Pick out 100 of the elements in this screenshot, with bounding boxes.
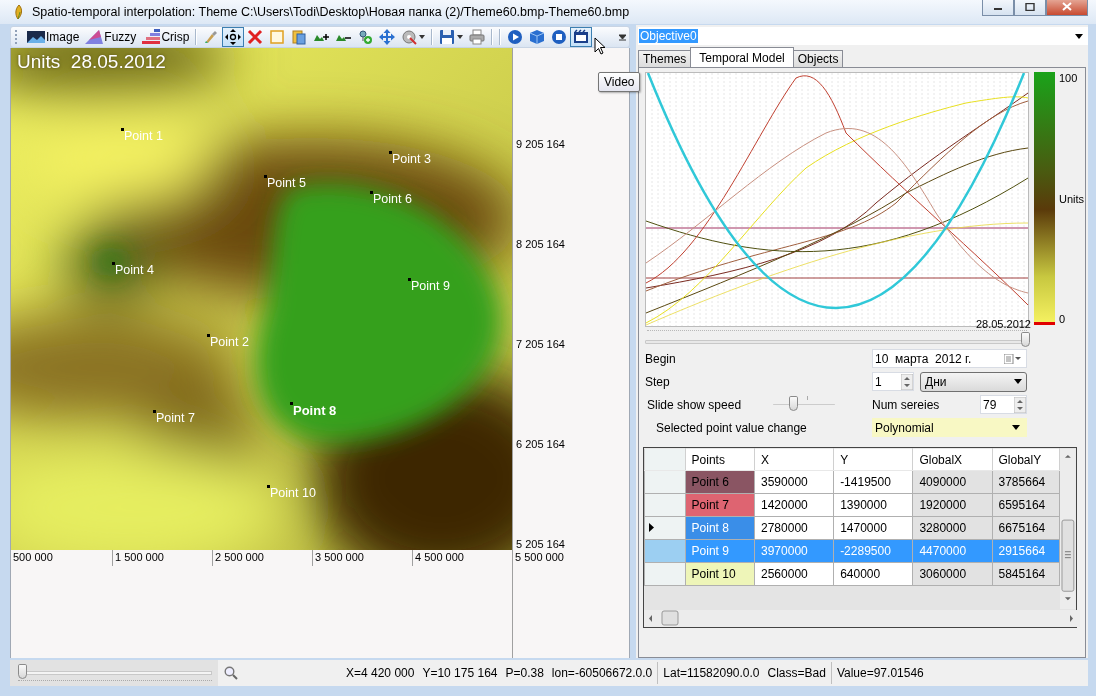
point-marker: [370, 191, 373, 194]
table-row[interactable]: Point 10 2560000 640000 3060000 5845164: [644, 562, 1060, 586]
axis-label: 2 500 000: [212, 550, 312, 566]
search-icon[interactable]: [224, 666, 238, 680]
tab[interactable]: Themes: [638, 50, 692, 67]
window-title: Spatio-temporal interpolation: Theme C:\Users\Todi\Desktop\Новая папка (2)/Theme60.bmp-Theme60.bmp: [32, 5, 631, 19]
toolbar-button[interactable]: [222, 27, 245, 47]
horizontal-scrollbar[interactable]: [644, 610, 1080, 627]
scale-label: Units: [1059, 192, 1085, 205]
point-marker: [121, 128, 124, 131]
close-button[interactable]: [1046, 0, 1088, 16]
point-label: Point 3: [392, 152, 431, 166]
axis-label: 5 500 000: [512, 550, 564, 566]
axis-label: 6 205 164: [516, 437, 566, 451]
overflow-chevron-icon[interactable]: [619, 33, 626, 41]
scale-label: 0: [1059, 313, 1067, 325]
spin-arrows-icon: [1014, 396, 1026, 413]
time-slider[interactable]: [645, 330, 1029, 346]
minimize-button[interactable]: [982, 0, 1014, 16]
field-label: Num sereies: [872, 397, 940, 412]
point-marker: [207, 334, 210, 337]
dropdown-arrow-icon: [419, 35, 426, 39]
stop-icon: [551, 29, 568, 45]
arrows-icon: [379, 29, 396, 45]
field-label: Begin: [645, 351, 677, 366]
status-text: P=0.38: [505, 666, 544, 680]
slider-thumb[interactable]: [789, 395, 799, 411]
status-text: lon=-60506672.0.0: [551, 666, 653, 680]
combo-text: Objective0: [639, 29, 698, 43]
status-text: Class=Bad: [767, 666, 826, 680]
column-header[interactable]: Y: [833, 448, 913, 471]
current-row-icon: [649, 523, 654, 532]
add-node-icon: [357, 29, 374, 45]
slider-thumb[interactable]: [18, 664, 27, 679]
mode-button[interactable]: Fuzzy: [82, 27, 140, 47]
toolbar-button[interactable]: [570, 27, 593, 47]
point-label: Point 6: [373, 192, 412, 206]
date-label: 28.05.2012: [975, 318, 1031, 330]
status-text: Y=10 175 164: [422, 666, 498, 680]
column-header[interactable]: GlobalX: [912, 448, 992, 471]
axis-label: 5 205 164: [516, 537, 566, 551]
point-label: Point 5: [267, 176, 306, 190]
zoom-slider[interactable]: [10, 660, 218, 686]
column-header[interactable]: Points: [685, 448, 755, 471]
column-header[interactable]: X: [754, 448, 834, 471]
point-marker: [408, 278, 411, 281]
spin-box[interactable]: 79: [980, 395, 1027, 414]
printer-icon: [469, 29, 486, 45]
move-cursor-icon: [225, 29, 242, 45]
point-label: Point 2: [210, 335, 249, 349]
point-marker: [267, 485, 270, 488]
axis-label: 500 000: [12, 550, 54, 565]
date-picker[interactable]: 10 марта 2012 г.: [872, 349, 1027, 368]
point-label: Point 10: [270, 486, 316, 500]
axis-label: 1 500 000: [112, 550, 212, 566]
field-label: Slide show speed: [647, 397, 742, 412]
table-row[interactable]: Point 8 2780000 1470000 3280000 6675164: [644, 516, 1060, 540]
point-marker: [112, 262, 115, 265]
mode-button[interactable]: Image: [24, 27, 83, 47]
point-label: Point 4: [115, 263, 154, 277]
row-header[interactable]: [644, 516, 686, 540]
point-label: Point 1: [124, 129, 163, 143]
dropdown-arrow-icon: [1075, 33, 1083, 39]
unit-combo[interactable]: Дни: [920, 371, 1027, 392]
point-marker: [389, 151, 392, 154]
point-label: Point 9: [411, 279, 450, 293]
square-icon: [269, 29, 286, 45]
tab[interactable]: Objects: [792, 50, 844, 67]
table-row[interactable]: Point 7 1420000 1390000 1920000 6595164: [644, 493, 1060, 517]
mode-button[interactable]: Crisp: [139, 27, 193, 47]
axis-label: 7 205 164: [516, 337, 566, 351]
landscape-icon: [27, 29, 45, 45]
field-label: Selected point value change: [655, 420, 808, 435]
steps-icon: [142, 29, 161, 45]
method-combo[interactable]: Polynomial: [872, 418, 1027, 437]
slider-thumb[interactable]: [1021, 332, 1030, 347]
axis-label: 4 500 000: [412, 550, 512, 566]
maximize-button[interactable]: [1014, 0, 1046, 16]
axis-label: 8 205 164: [516, 237, 566, 251]
tab[interactable]: Temporal Model: [690, 47, 794, 67]
save-icon: [439, 29, 456, 45]
brush-icon: [203, 29, 220, 45]
scale-label: 100: [1059, 72, 1079, 84]
dropdown-arrow-icon: [1014, 379, 1022, 384]
status-text: Value=97.01546: [836, 666, 924, 680]
play-icon: [507, 29, 524, 45]
vertical-scrollbar[interactable]: [1060, 448, 1076, 610]
point-marker: [264, 175, 267, 178]
table-row[interactable]: Point 6 3590000 -1419500 4090000 3785664: [644, 470, 1060, 494]
toolbar-grip: [15, 30, 20, 44]
tooltip: Video: [598, 72, 641, 92]
status-text: Lat=11582090.0.0: [663, 666, 760, 680]
spin-box[interactable]: 1: [872, 372, 914, 391]
axis-label: 3 500 000: [312, 550, 412, 566]
delete-icon: [247, 29, 264, 45]
cube-icon: [529, 29, 546, 45]
point-label: Point 7: [156, 411, 195, 425]
column-header[interactable]: GlobalY: [992, 448, 1060, 471]
axis-label: 9 205 164: [516, 137, 566, 151]
spin-arrows-icon: [901, 373, 913, 390]
